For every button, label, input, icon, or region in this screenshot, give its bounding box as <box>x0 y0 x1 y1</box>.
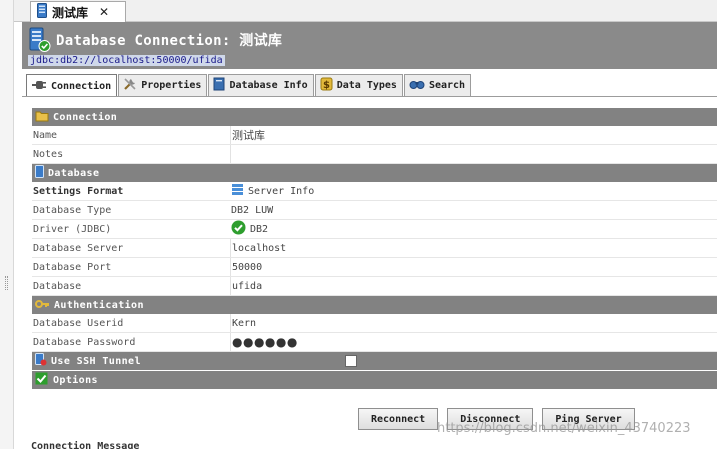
section-authentication[interactable]: Authentication <box>32 296 717 314</box>
tab-data-types-label: Data Types <box>336 80 397 91</box>
section-options-label: Options <box>53 374 98 386</box>
tab-data-types[interactable]: $ Data Types <box>314 74 403 96</box>
settings-format-label: Settings Format <box>33 185 124 197</box>
editor-tab-bar: 测试库 ✕ <box>14 0 717 22</box>
svg-text:$: $ <box>323 80 330 91</box>
editor-tab-label: 测试库 <box>52 5 89 20</box>
tab-search[interactable]: Search <box>403 74 472 96</box>
connection-header: Database Connection: 测试库 jdbc:db2://loca… <box>22 22 717 69</box>
section-database-label: Database <box>48 167 100 179</box>
database-icon <box>37 3 47 21</box>
tab-search-label: Search <box>428 80 466 91</box>
tab-database-info-label: Database Info <box>229 80 308 91</box>
page-title: Database Connection: 测试库 <box>56 33 283 49</box>
password-row: Database Password ●●●●●● <box>32 333 717 352</box>
driver-label: Driver (JDBC) <box>33 223 112 235</box>
tab-connection-label: Connection <box>51 80 112 92</box>
database-server-row: Database Server localhost <box>32 239 717 258</box>
database-type-label: Database Type <box>33 204 112 216</box>
database-connection-icon <box>29 27 51 56</box>
jdbc-url: jdbc:db2://localhost:50000/ufida <box>28 55 225 66</box>
tab-strip-divider <box>22 96 717 97</box>
database-port-field[interactable]: 50000 <box>230 258 717 276</box>
server-info-icon <box>231 183 244 199</box>
driver-row: Driver (JDBC) DB2 <box>32 220 717 239</box>
name-label: Name <box>33 129 58 141</box>
resize-grip[interactable] <box>5 276 8 290</box>
watermark: https://blog.csdn.net/weixin_43740223 <box>437 421 691 436</box>
tab-properties[interactable]: Properties <box>118 74 208 96</box>
book-icon <box>213 77 225 94</box>
database-server-label: Database Server <box>33 242 124 254</box>
settings-format-value: Server Info <box>248 185 315 197</box>
binoculars-icon <box>409 78 425 93</box>
dollar-icon: $ <box>320 77 333 94</box>
settings-format-selector[interactable]: Server Info <box>230 182 717 200</box>
userid-label: Database Userid <box>33 317 124 329</box>
password-label: Database Password <box>33 336 136 348</box>
tab-database-info[interactable]: Database Info <box>208 74 314 96</box>
ssh-tunnel-checkbox[interactable] <box>344 355 357 367</box>
connection-message-label: Connection Message <box>31 441 140 449</box>
key-icon <box>35 298 50 313</box>
ssh-tunnel-icon <box>35 353 47 369</box>
userid-field[interactable]: Kern <box>230 314 717 332</box>
tools-icon <box>123 77 137 94</box>
editor-tab[interactable]: 测试库 ✕ <box>30 1 126 22</box>
connection-form: Connection Name 测试库 Notes Database Setti… <box>32 108 717 389</box>
folder-icon <box>35 110 49 125</box>
notes-field[interactable] <box>230 145 717 163</box>
close-icon[interactable]: ✕ <box>99 5 109 19</box>
password-field[interactable]: ●●●●●● <box>230 333 717 351</box>
section-connection[interactable]: Connection <box>32 108 717 126</box>
tab-properties-label: Properties <box>141 80 202 91</box>
database-port-row: Database Port 50000 <box>32 258 717 277</box>
database-server-field[interactable]: localhost <box>230 239 717 257</box>
settings-format-row: Settings Format Server Info <box>32 182 717 201</box>
database-name-field[interactable]: ufida <box>230 277 717 295</box>
section-ssh-tunnel-label: Use SSH Tunnel <box>51 355 141 367</box>
section-database[interactable]: Database <box>32 164 717 182</box>
name-row: Name 测试库 <box>32 126 717 145</box>
check-circle-icon <box>231 220 246 238</box>
driver-select[interactable]: DB2 <box>230 220 717 238</box>
plug-icon <box>31 79 47 94</box>
notes-row: Notes <box>32 145 717 164</box>
password-value: ●●●●●● <box>232 335 298 349</box>
database-type-select[interactable]: DB2 LUW <box>230 201 717 219</box>
section-connection-label: Connection <box>53 111 118 123</box>
driver-value: DB2 <box>250 223 269 235</box>
database-port-label: Database Port <box>33 261 112 273</box>
database-name-row: Database ufida <box>32 277 717 296</box>
database-icon <box>35 165 44 181</box>
checkmark-icon <box>35 372 49 388</box>
notes-label: Notes <box>33 148 64 160</box>
tab-strip: Connection Properties Database Info $ Da… <box>26 74 472 97</box>
left-gutter <box>0 0 14 449</box>
reconnect-button[interactable]: Reconnect <box>358 408 439 430</box>
database-name-label: Database <box>33 280 82 292</box>
section-ssh-tunnel: Use SSH Tunnel <box>32 352 717 370</box>
userid-row: Database Userid Kern <box>32 314 717 333</box>
section-authentication-label: Authentication <box>54 299 144 311</box>
section-options[interactable]: Options <box>32 371 717 389</box>
name-value: 测试库 <box>232 129 265 142</box>
name-field[interactable]: 测试库 <box>230 126 717 144</box>
database-type-row: Database Type DB2 LUW <box>32 201 717 220</box>
tab-connection[interactable]: Connection <box>26 74 118 97</box>
